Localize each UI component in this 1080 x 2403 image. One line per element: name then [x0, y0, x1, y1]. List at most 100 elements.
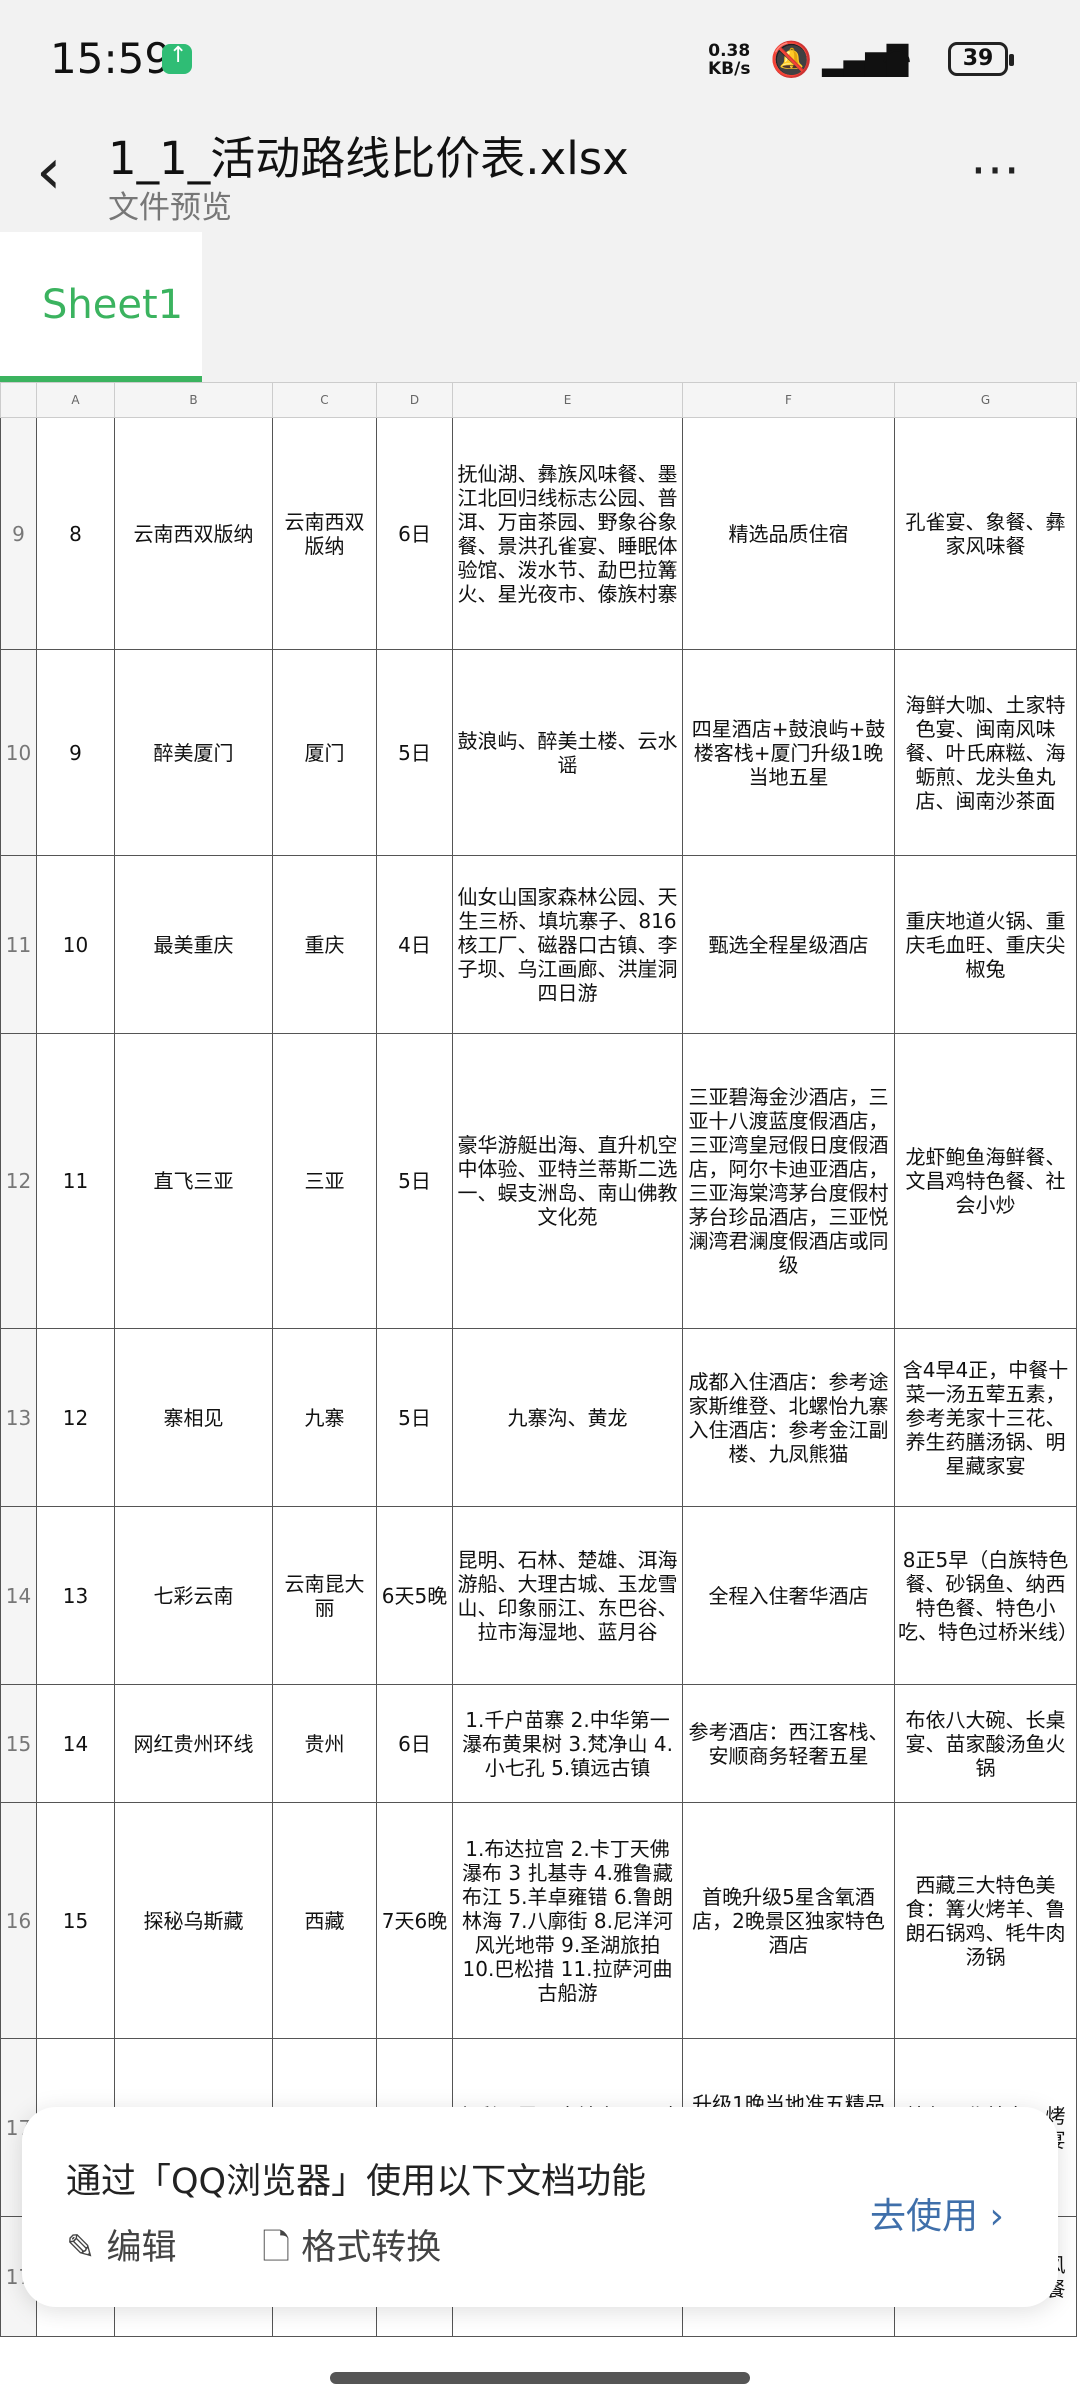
- notification-app-icon: [162, 43, 192, 74]
- cell-attractions[interactable]: 九寨沟、黄龙: [452, 1328, 683, 1507]
- cell-meals[interactable]: 龙虾鲍鱼海鲜餐、文昌鸡特色餐、社会小炒: [894, 1033, 1077, 1329]
- cell-route-name[interactable]: 七彩云南: [114, 1506, 273, 1685]
- column-header[interactable]: E: [452, 382, 683, 418]
- cell-index[interactable]: 9: [36, 649, 115, 856]
- cell-attractions[interactable]: 豪华游艇出海、直升机空中体验、亚特兰蒂斯二选一、蜈支洲岛、南山佛教文化苑: [452, 1033, 683, 1329]
- cell-meals[interactable]: 海鲜大咖、土家特色宴、闽南风味餐、叶氏麻糍、海蛎煎、龙头鱼丸店、闽南沙茶面: [894, 649, 1077, 856]
- cell-route-name[interactable]: 最美重庆: [114, 855, 273, 1034]
- column-header[interactable]: C: [272, 382, 377, 418]
- column-header[interactable]: F: [682, 382, 895, 418]
- go-use-label: 去使用: [870, 2196, 979, 2237]
- cell-hotel[interactable]: 三亚碧海金沙酒店，三亚十八渡蓝度假酒店，三亚湾皇冠假日度假酒店，阿尔卡迪亚酒店，…: [682, 1033, 895, 1329]
- cell-attractions[interactable]: 抚仙湖、彝族风味餐、墨江北回归线标志公园、普洱、万亩茶园、野象谷象餐、景洪孔雀宴…: [452, 417, 683, 650]
- cell-route-name[interactable]: 寨相见: [114, 1328, 273, 1507]
- column-header-row: A B C D E F G: [0, 382, 1077, 418]
- cell-hotel[interactable]: 首晚升级5星含氧酒店，2晚景区独家特色酒店: [682, 1802, 895, 2039]
- chevron-right-icon: ›: [989, 2196, 1004, 2237]
- network-speed-unit: KB/s: [708, 59, 751, 79]
- column-header[interactable]: D: [376, 382, 453, 418]
- cell-index[interactable]: 13: [36, 1506, 115, 1685]
- cell-duration[interactable]: 5日: [376, 1033, 453, 1329]
- go-use-button[interactable]: 去使用 ›: [870, 2187, 1004, 2239]
- format-convert-button[interactable]: 🗋 格式转换: [262, 2219, 441, 2282]
- cell-destination[interactable]: 云南昆大丽: [272, 1506, 377, 1685]
- cell-hotel[interactable]: 精选品质住宿: [682, 417, 895, 650]
- column-header[interactable]: A: [36, 382, 115, 418]
- cell-route-name[interactable]: 探秘乌斯藏: [114, 1802, 273, 2039]
- row-number: 10: [0, 649, 37, 856]
- cell-route-name[interactable]: 醉美厦门: [114, 649, 273, 856]
- cell-hotel[interactable]: 成都入住酒店：参考途家斯维登、北螺怡九寨入住酒店：参考金江副楼、九凤熊猫: [682, 1328, 895, 1507]
- cell-destination[interactable]: 九寨: [272, 1328, 377, 1507]
- cell-meals[interactable]: 8正5早（白族特色餐、砂锅鱼、纳西特色餐、特色小吃、特色过桥米线）: [894, 1506, 1077, 1685]
- cell-duration[interactable]: 4日: [376, 855, 453, 1034]
- cell-destination[interactable]: 重庆: [272, 855, 377, 1034]
- cell-meals[interactable]: 含4早4正，中餐十菜一汤五荤五素，参考羌家十三花、养生药膳汤锅、明星藏家宴: [894, 1328, 1077, 1507]
- file-header: ‹ 1_1_活动路线比价表.xlsx 文件预览 ⋯: [0, 120, 1080, 232]
- cell-index[interactable]: 12: [36, 1328, 115, 1507]
- cell-index[interactable]: 10: [36, 855, 115, 1034]
- table-row: 16 15 探秘乌斯藏 西藏 7天6晚 1.布达拉宫 2.卡丁天佛瀑布 3 扎基…: [0, 1802, 1077, 2039]
- cell-duration[interactable]: 7天6晚: [376, 1802, 453, 2039]
- cell-index[interactable]: 11: [36, 1033, 115, 1329]
- row-number: 13: [0, 1328, 37, 1507]
- cell-hotel[interactable]: 四星酒店+鼓浪屿+鼓楼客栈+厦门升级1晚当地五星: [682, 649, 895, 856]
- column-header[interactable]: B: [114, 382, 273, 418]
- cell-destination[interactable]: 云南西双版纳: [272, 417, 377, 650]
- corner-cell: [0, 382, 37, 418]
- cell-route-name[interactable]: 云南西双版纳: [114, 417, 273, 650]
- cell-attractions[interactable]: 昆明、石林、楚雄、洱海游船、大理古城、玉龙雪山、印象丽江、东巴谷、拉市海湿地、蓝…: [452, 1506, 683, 1685]
- network-speed-value: 0.38: [708, 41, 751, 61]
- table-row: 13 12 寨相见 九寨 5日 九寨沟、黄龙 成都入住酒店：参考途家斯维登、北螺…: [0, 1328, 1077, 1507]
- cell-duration[interactable]: 5日: [376, 649, 453, 856]
- cell-attractions[interactable]: 1.千户苗寨 2.中华第一瀑布黄果树 3.梵净山 4.小七孔 5.镇远古镇: [452, 1684, 683, 1803]
- cell-attractions[interactable]: 仙女山国家森林公园、天生三桥、填坑寨子、816核工厂、磁器口古镇、李子坝、乌江画…: [452, 855, 683, 1034]
- cell-destination[interactable]: 厦门: [272, 649, 377, 856]
- cell-destination[interactable]: 贵州: [272, 1684, 377, 1803]
- cell-destination[interactable]: 西藏: [272, 1802, 377, 2039]
- cell-index[interactable]: 8: [36, 417, 115, 650]
- column-header[interactable]: G: [894, 382, 1077, 418]
- home-indicator[interactable]: [330, 2372, 750, 2384]
- battery-icon: 39: [948, 42, 1014, 76]
- cell-attractions[interactable]: 鼓浪屿、醉美土楼、云水谣: [452, 649, 683, 856]
- cell-attractions[interactable]: 1.布达拉宫 2.卡丁天佛瀑布 3 扎基寺 4.雅鲁藏布江 5.羊卓雍错 6.鲁…: [452, 1802, 683, 2039]
- cell-route-name[interactable]: 网红贵州环线: [114, 1684, 273, 1803]
- table-row: 10 9 醉美厦门 厦门 5日 鼓浪屿、醉美土楼、云水谣 四星酒店+鼓浪屿+鼓楼…: [0, 649, 1077, 856]
- table-row: 12 11 直飞三亚 三亚 5日 豪华游艇出海、直升机空中体验、亚特兰蒂斯二选一…: [0, 1033, 1077, 1329]
- edit-button[interactable]: ✎ 编辑: [66, 2219, 176, 2270]
- sheet-tabs: Sheet1: [0, 232, 1080, 382]
- edit-icon: ✎: [66, 2228, 96, 2268]
- table-row: 14 13 七彩云南 云南昆大丽 6天5晚 昆明、石林、楚雄、洱海游船、大理古城…: [0, 1506, 1077, 1685]
- cell-index[interactable]: 14: [36, 1684, 115, 1803]
- file-icon: 🗋: [262, 2228, 291, 2268]
- cell-hotel[interactable]: 甄选全程星级酒店: [682, 855, 895, 1034]
- cell-meals[interactable]: 西藏三大特色美食：篝火烤羊、鲁朗石锅鸡、牦牛肉汤锅: [894, 1802, 1077, 2039]
- table-row: 9 8 云南西双版纳 云南西双版纳 6日 抚仙湖、彝族风味餐、墨江北回归线标志公…: [0, 417, 1077, 650]
- cell-duration[interactable]: 6天5晚: [376, 1506, 453, 1685]
- prompt-title: 通过「QQ浏览器」使用以下文档功能: [66, 2162, 647, 2202]
- row-number: 12: [0, 1033, 37, 1329]
- more-dots-icon[interactable]: ⋯: [970, 140, 1022, 198]
- file-title: 1_1_活动路线比价表.xlsx: [108, 132, 629, 185]
- cell-meals[interactable]: 重庆地道火锅、重庆毛血旺、重庆尖椒兔: [894, 855, 1077, 1034]
- mute-icon: 🔕: [770, 40, 813, 80]
- spreadsheet-view[interactable]: A B C D E F G 9 8 云南西双版纳 云南西双版纳 6日 抚仙湖、彝…: [0, 382, 1080, 2403]
- cell-duration[interactable]: 6日: [376, 1684, 453, 1803]
- cell-duration[interactable]: 6日: [376, 417, 453, 650]
- qq-browser-prompt: 通过「QQ浏览器」使用以下文档功能 ✎ 编辑 🗋 格式转换 去使用 ›: [22, 2107, 1058, 2307]
- tab-sheet1[interactable]: Sheet1: [0, 232, 202, 382]
- table-row: 15 14 网红贵州环线 贵州 6日 1.千户苗寨 2.中华第一瀑布黄果树 3.…: [0, 1684, 1077, 1803]
- cell-meals[interactable]: 布依八大碗、长桌宴、苗家酸汤鱼火锅: [894, 1684, 1077, 1803]
- cell-meals[interactable]: 孔雀宴、象餐、彝家风味餐: [894, 417, 1077, 650]
- cell-destination[interactable]: 三亚: [272, 1033, 377, 1329]
- cell-hotel[interactable]: 参考酒店：西江客栈、安顺商务轻奢五星: [682, 1684, 895, 1803]
- cell-duration[interactable]: 5日: [376, 1328, 453, 1507]
- cell-index[interactable]: 15: [36, 1802, 115, 2039]
- spreadsheet-grid: A B C D E F G 9 8 云南西双版纳 云南西双版纳 6日 抚仙湖、彝…: [0, 382, 1077, 2337]
- cell-route-name[interactable]: 直飞三亚: [114, 1033, 273, 1329]
- back-arrow-icon[interactable]: ‹: [36, 140, 62, 204]
- cell-hotel[interactable]: 全程入住奢华酒店: [682, 1506, 895, 1685]
- status-bar: 15:59 0.38 KB/s 🔕 ▂▄▆█ ◠ 39: [0, 0, 1080, 120]
- network-speed: 0.38 KB/s: [708, 42, 750, 78]
